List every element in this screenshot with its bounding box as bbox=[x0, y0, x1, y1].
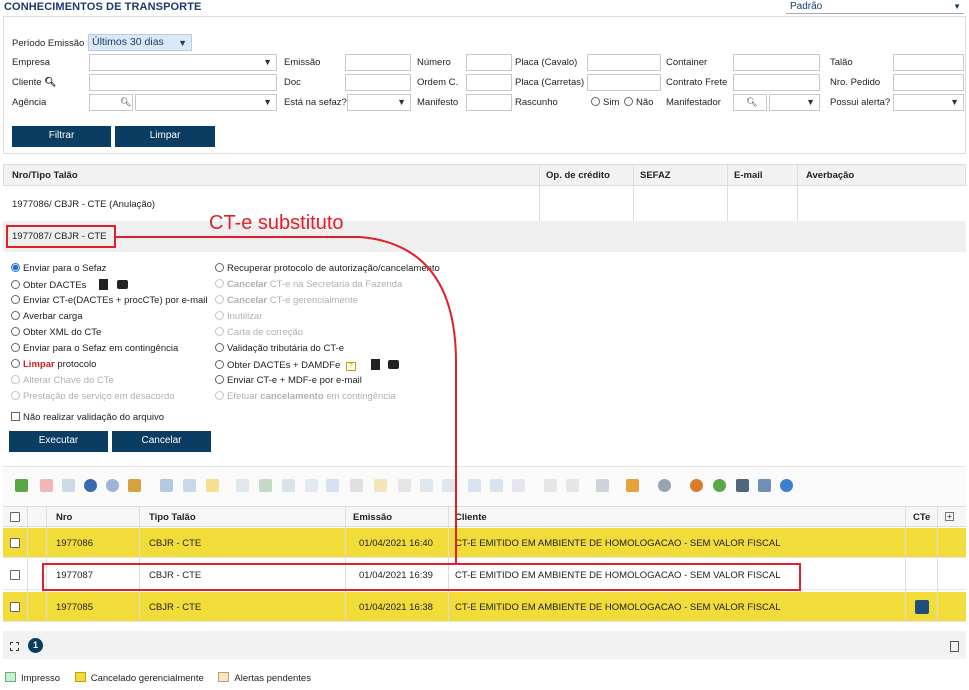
annotation-box-row bbox=[42, 563, 801, 591]
annotation-overlay bbox=[6, 225, 801, 591]
annotation-connector bbox=[115, 236, 457, 564]
annotation-box-top bbox=[6, 225, 116, 248]
